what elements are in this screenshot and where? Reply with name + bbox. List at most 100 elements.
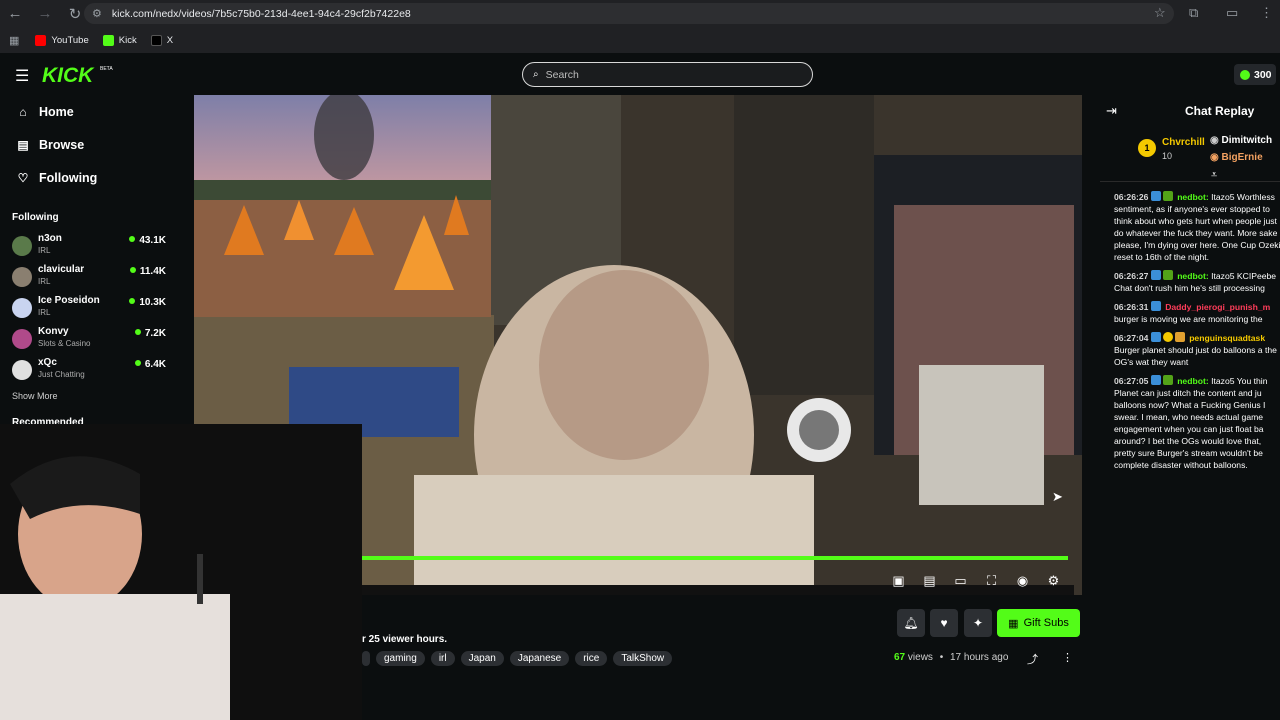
tag-japan[interactable]: Japan xyxy=(460,651,504,666)
chat-title: Chat Replay xyxy=(1185,104,1255,118)
gift-icon: ▦ xyxy=(1008,617,1019,630)
search-input[interactable]: ⌕ Search xyxy=(522,62,813,87)
pip-icon[interactable]: ▣ xyxy=(890,573,907,589)
channel-clavicular[interactable]: clavicular IRL 11.4K xyxy=(12,264,170,292)
cast-icon[interactable]: ▭ xyxy=(1226,5,1238,21)
bookmark-star-icon[interactable]: ☆ xyxy=(1154,5,1166,21)
profile-icon[interactable]: ⋮ xyxy=(1260,5,1273,21)
gifter-badge-icon xyxy=(1162,332,1173,342)
chat-header: ⇥ Chat Replay xyxy=(1100,95,1280,127)
expand-gifters-icon[interactable]: ⩡ xyxy=(1211,169,1217,182)
chat-panel: ⇥ Chat Replay 1 Chvrchill 10 ◉ Dimitwitc… xyxy=(1100,95,1280,625)
chat-messages: 06:26:26 nedbot: Itazo5 Worthless sentim… xyxy=(1114,191,1280,478)
medal-icon: ◉ xyxy=(1210,135,1222,146)
back-icon[interactable]: ← xyxy=(0,5,30,22)
youtube-icon xyxy=(35,34,47,46)
fullscreen-icon[interactable]: ⛶ xyxy=(983,573,1000,589)
bot-badge-icon xyxy=(1162,375,1173,385)
chat-username[interactable]: Daddy_pierogi_punish_m xyxy=(1165,302,1270,312)
tag-rice[interactable]: rice xyxy=(575,651,608,666)
bot-badge-icon xyxy=(1162,191,1173,201)
heart-icon: ♥ xyxy=(940,616,948,630)
collapse-chat-icon[interactable]: ⇥ xyxy=(1106,103,1117,119)
badge-icon xyxy=(1150,191,1161,201)
url-text: kick.com/nedx/videos/7b5c75b0-213d-4ee1-… xyxy=(111,7,411,20)
points-icon xyxy=(1240,69,1250,80)
top-gifters: 1 Chvrchill 10 ◉ Dimitwitch ◉ BigErnie ⩡ xyxy=(1100,127,1280,182)
overlay-image xyxy=(194,95,491,317)
nav-following[interactable]: ♡ Following xyxy=(16,171,98,185)
badge-icon xyxy=(1150,301,1161,311)
video-age: 17 hours ago xyxy=(950,652,1009,663)
clip-button[interactable]: ✦ xyxy=(964,609,992,637)
search-placeholder: Search xyxy=(545,68,579,81)
menu-icon[interactable]: ☰ xyxy=(15,66,29,86)
tag-gaming[interactable]: gaming xyxy=(376,651,425,666)
chat-username[interactable]: nedbot: xyxy=(1177,192,1209,202)
tag-talkshow[interactable]: TalkShow xyxy=(613,651,673,666)
extensions-icon[interactable]: ⧉ xyxy=(1189,5,1198,21)
chat-username[interactable]: penguinsquadtask xyxy=(1189,333,1265,343)
browse-icon: ▤ xyxy=(17,138,29,152)
avatar xyxy=(12,267,32,287)
avatar xyxy=(12,236,32,256)
tag[interactable] xyxy=(362,651,370,666)
bookmark-x[interactable]: X xyxy=(150,34,173,46)
gifter-name[interactable]: ◉ BigErnie xyxy=(1210,152,1263,163)
bell-icon: 🔔︎ xyxy=(903,616,919,630)
avatar xyxy=(12,360,32,380)
webcam-image xyxy=(0,424,362,720)
medal-icon: ◉ xyxy=(1210,152,1222,163)
tag-list: gaming irl Japan Japanese rice TalkShow xyxy=(362,651,673,666)
points-badge[interactable]: 300 xyxy=(1234,64,1276,85)
chat-message: 06:26:26 nedbot: Itazo5 Worthless sentim… xyxy=(1114,191,1280,262)
beta-label: BETA xyxy=(100,66,113,72)
chat-username[interactable]: nedbot: xyxy=(1177,271,1209,281)
tag-japanese[interactable]: Japanese xyxy=(509,651,570,666)
badge-icon xyxy=(1150,332,1161,342)
channel-n3on[interactable]: n3on IRL 43.1K xyxy=(12,233,170,261)
gifter-name[interactable]: ◉ Dimitwitch xyxy=(1210,135,1272,146)
views-label: views xyxy=(907,652,933,663)
address-bar[interactable]: ⚙ kick.com/nedx/videos/7b5c75b0-213d-4ee… xyxy=(84,3,1174,24)
share-icon[interactable]: ⤴ xyxy=(1027,651,1038,667)
search-icon: ⌕ xyxy=(533,69,539,80)
gifter-name[interactable]: Chvrchill xyxy=(1162,137,1205,148)
theater-icon[interactable]: ▭ xyxy=(952,573,969,589)
avatar xyxy=(12,298,32,318)
notification-button[interactable]: 🔔︎ xyxy=(897,609,925,637)
following-heading: Following xyxy=(12,212,59,223)
nav-home[interactable]: ⌂ Home xyxy=(16,105,73,119)
video-progress-bar[interactable] xyxy=(362,556,1068,560)
bookmark-kick[interactable]: Kick xyxy=(102,34,137,46)
separator-dot: • xyxy=(939,652,944,663)
kick-logo[interactable]: KICK xyxy=(42,64,93,88)
chat-message: 06:27:05 nedbot: Itazo5 You thin Planet … xyxy=(1114,375,1268,470)
player-controls: ▣ ▤ ▭ ⛶ ◉ ⚙ xyxy=(890,573,1062,589)
kick-icon xyxy=(102,34,114,46)
follow-button[interactable]: ♥ xyxy=(930,609,958,637)
tag-irl[interactable]: irl xyxy=(430,651,455,666)
more-options-icon[interactable]: ⋮ xyxy=(1062,651,1073,664)
bookmarks-bar: ▦ YouTube Kick X xyxy=(0,27,1280,53)
site-info-icon[interactable]: ⚙ xyxy=(92,7,102,20)
channel-ice-poseidon[interactable]: Ice Poseidon IRL 10.3K xyxy=(12,295,170,323)
heart-icon: ♡ xyxy=(17,171,29,185)
chat-username[interactable]: nedbot: xyxy=(1177,376,1209,386)
forward-icon[interactable]: → xyxy=(30,5,60,22)
channel-konvy[interactable]: Konvy Slots & Casino 7.2K xyxy=(12,326,170,354)
sparkle-icon: ✦ xyxy=(972,616,984,630)
settings-icon[interactable]: ⚙ xyxy=(1045,573,1062,589)
views-count: 67 xyxy=(894,652,906,663)
clip-icon[interactable]: ▤ xyxy=(921,573,938,589)
show-more-link[interactable]: Show More xyxy=(12,391,58,401)
sub-badge-icon xyxy=(1174,332,1185,342)
apps-grid-icon[interactable]: ▦ xyxy=(9,34,19,47)
chat-message: 06:26:27 nedbot: Itazo5 KCIPeebe Chat do… xyxy=(1114,270,1277,293)
chat-message: 06:26:31 Daddy_pierogi_punish_m burger i… xyxy=(1114,301,1271,324)
channel-xqc[interactable]: xQc Just Chatting 6.4K xyxy=(12,357,170,385)
gift-subs-button[interactable]: ▦ Gift Subs xyxy=(997,609,1080,637)
speed-icon[interactable]: ◉ xyxy=(1014,573,1031,589)
bookmark-youtube[interactable]: YouTube xyxy=(35,34,89,46)
nav-browse[interactable]: ▤ Browse xyxy=(16,138,84,152)
